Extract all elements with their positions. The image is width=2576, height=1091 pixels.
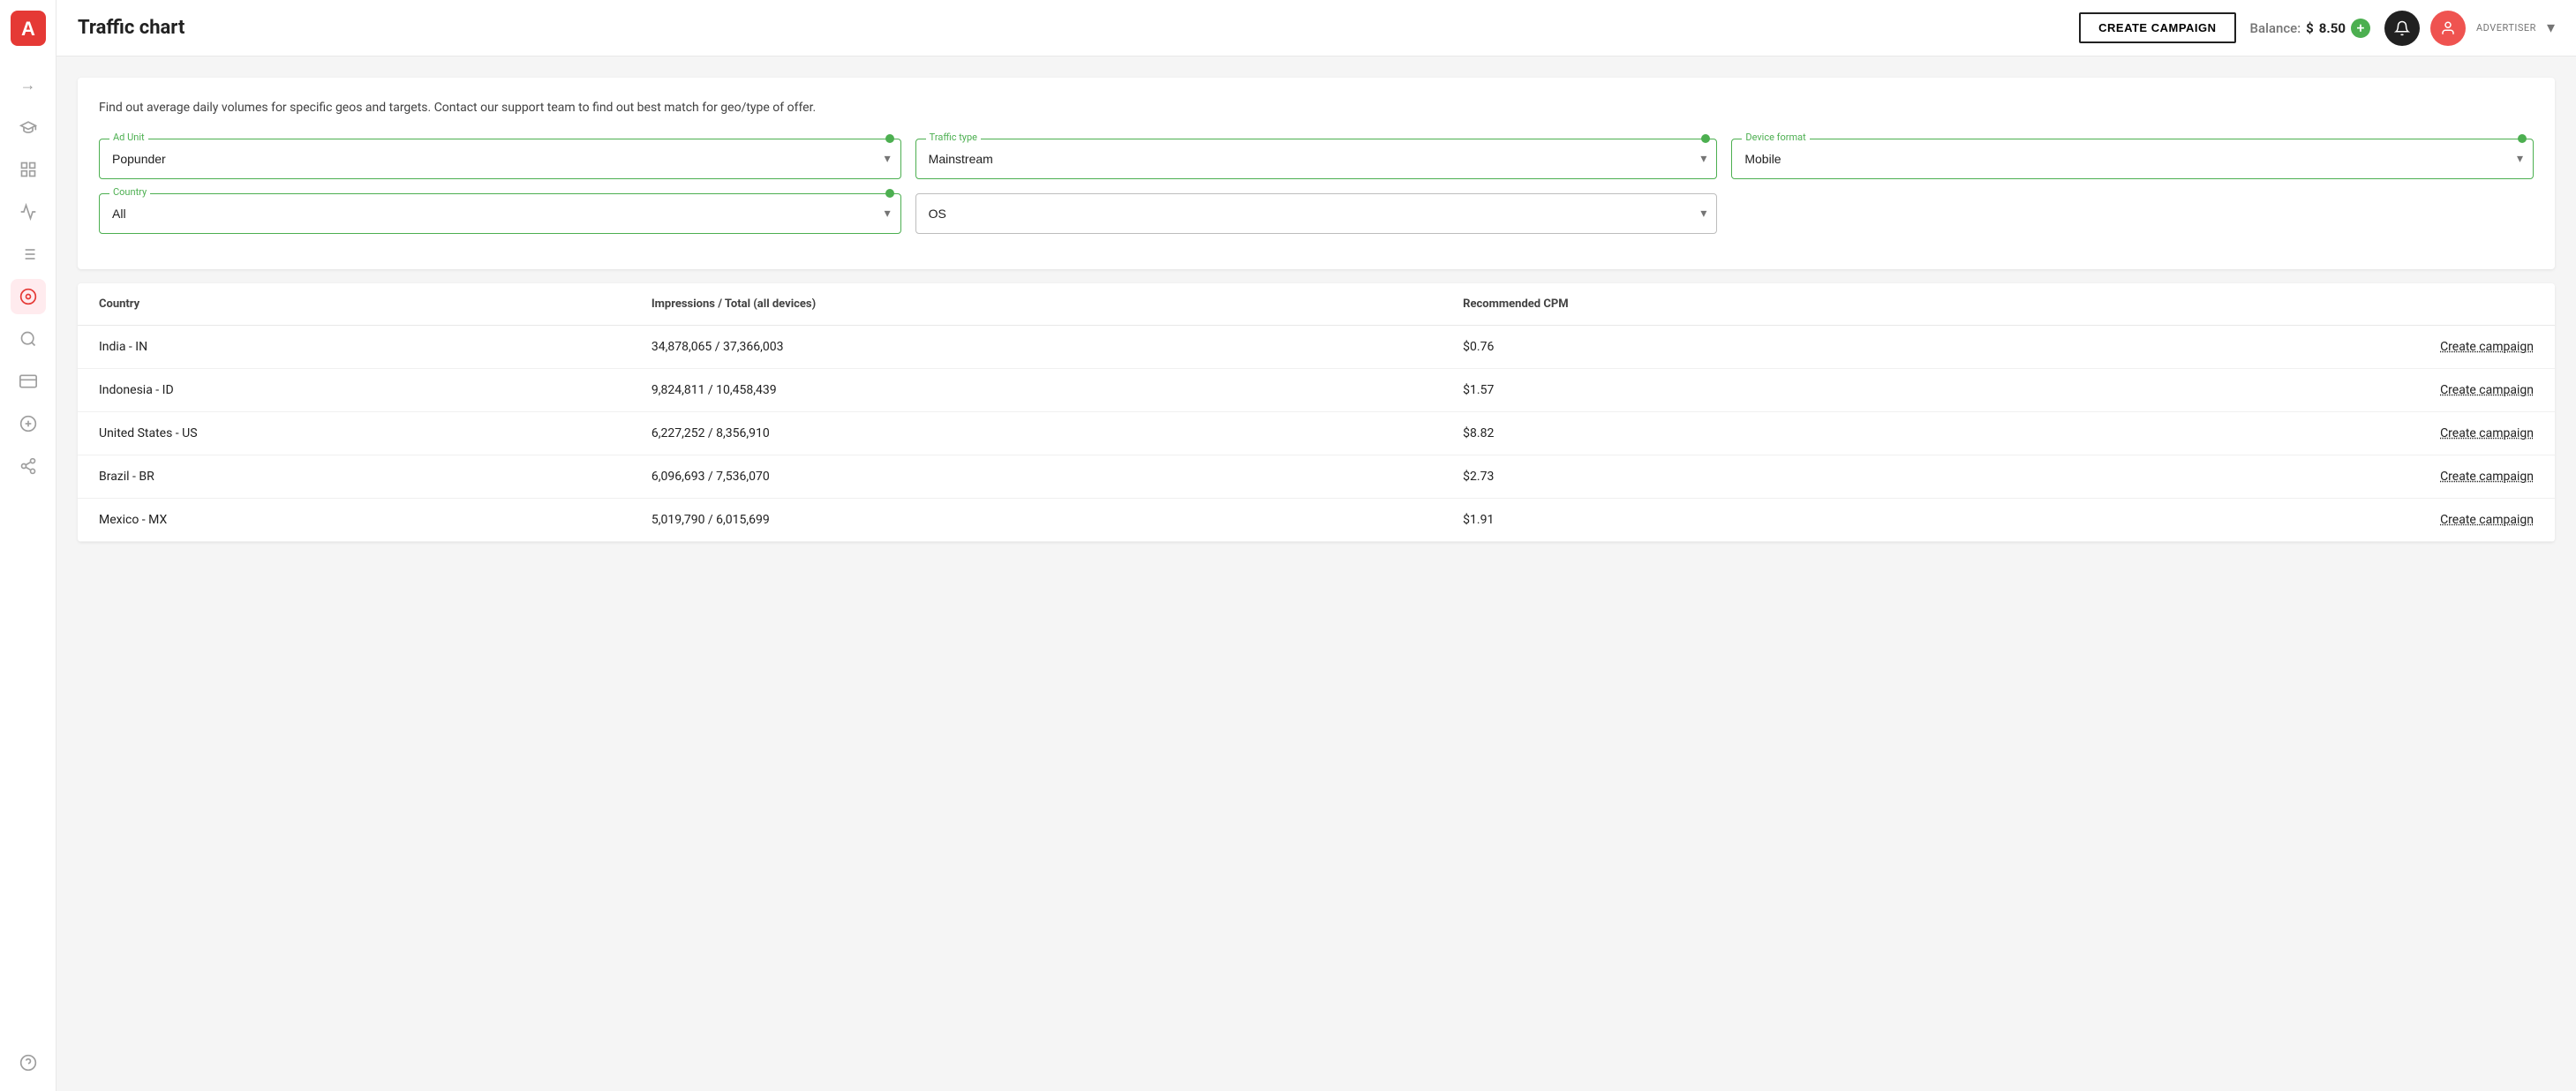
col-cpm: Recommended CPM xyxy=(1442,283,2022,326)
cell-impressions: 5,019,790 / 6,015,699 xyxy=(630,499,1442,542)
ad-unit-active-dot xyxy=(885,134,894,143)
table-row: Mexico - MX 5,019,790 / 6,015,699 $1.91 … xyxy=(78,499,2555,542)
cell-cpm: $8.82 xyxy=(1442,412,2022,455)
sidebar-item-traffic-chart[interactable] xyxy=(11,279,46,314)
table-row: Brazil - BR 6,096,693 / 7,536,070 $2.73 … xyxy=(78,455,2555,499)
os-select[interactable]: OS All Android iOS Windows macOS xyxy=(915,193,1718,234)
cell-impressions: 34,878,065 / 37,366,003 xyxy=(630,326,1442,369)
filter-card: Find out average daily volumes for speci… xyxy=(78,78,2555,269)
cell-impressions: 6,227,252 / 8,356,910 xyxy=(630,412,1442,455)
table-row: United States - US 6,227,252 / 8,356,910… xyxy=(78,412,2555,455)
os-wrapper: OS All Android iOS Windows macOS ▾ xyxy=(915,193,1718,234)
sidebar-item-analytics[interactable] xyxy=(11,194,46,229)
header: Traffic chart CREATE CAMPAIGN Balance: $… xyxy=(56,0,2576,56)
main-wrapper: Traffic chart CREATE CAMPAIGN Balance: $… xyxy=(56,0,2576,1091)
cell-country: India - IN xyxy=(78,326,630,369)
country-select[interactable]: All India Indonesia United States Brazil… xyxy=(99,193,901,234)
cell-cpm: $0.76 xyxy=(1442,326,2022,369)
sidebar-expand-button[interactable]: → xyxy=(11,67,46,102)
sidebar-item-payment[interactable] xyxy=(11,364,46,399)
balance-label: Balance: xyxy=(2250,20,2301,36)
ad-unit-wrapper: Ad Unit Popunder Banner Native Interstit… xyxy=(99,139,901,179)
create-campaign-button[interactable]: CREATE CAMPAIGN xyxy=(2079,12,2235,43)
table-card: Country Impressions / Total (all devices… xyxy=(78,283,2555,542)
data-table: Country Impressions / Total (all devices… xyxy=(78,283,2555,542)
filter-row-1: Ad Unit Popunder Banner Native Interstit… xyxy=(99,139,2534,179)
cell-country: Brazil - BR xyxy=(78,455,630,499)
cell-country: United States - US xyxy=(78,412,630,455)
device-format-select[interactable]: Mobile Desktop Tablet xyxy=(1731,139,2534,179)
create-campaign-link[interactable]: Create campaign xyxy=(2022,369,2555,412)
page-title: Traffic chart xyxy=(78,17,2065,39)
sidebar-bottom xyxy=(11,1045,46,1080)
cell-impressions: 9,824,811 / 10,458,439 xyxy=(630,369,1442,412)
cell-cpm: $2.73 xyxy=(1442,455,2022,499)
header-dropdown-icon[interactable]: ▾ xyxy=(2547,19,2555,37)
sidebar-item-billing[interactable] xyxy=(11,406,46,441)
content-area: Find out average daily volumes for speci… xyxy=(56,56,2576,1091)
traffic-type-select[interactable]: Mainstream Adult xyxy=(915,139,1718,179)
country-wrapper: Country All India Indonesia United State… xyxy=(99,193,901,234)
country-active-dot xyxy=(885,189,894,198)
sidebar-item-help[interactable] xyxy=(11,1045,46,1080)
sidebar-nav: → xyxy=(11,67,46,1045)
create-campaign-link[interactable]: Create campaign xyxy=(2022,499,2555,542)
header-icons: ADVERTISER ▾ xyxy=(2384,11,2555,46)
table-row: India - IN 34,878,065 / 37,366,003 $0.76… xyxy=(78,326,2555,369)
table-row: Indonesia - ID 9,824,811 / 10,458,439 $1… xyxy=(78,369,2555,412)
device-format-label: Device format xyxy=(1742,132,1809,143)
sidebar-item-list[interactable] xyxy=(11,237,46,272)
sidebar-item-education[interactable] xyxy=(11,109,46,145)
col-action xyxy=(2022,283,2555,326)
user-avatar[interactable] xyxy=(2430,11,2466,46)
notification-button[interactable] xyxy=(2384,11,2420,46)
ad-unit-label: Ad Unit xyxy=(109,132,148,143)
balance-currency: $ xyxy=(2306,20,2314,36)
sidebar: A → xyxy=(0,0,56,1091)
ad-unit-select[interactable]: Popunder Banner Native Interstitial xyxy=(99,139,901,179)
col-impressions: Impressions / Total (all devices) xyxy=(630,283,1442,326)
create-campaign-link[interactable]: Create campaign xyxy=(2022,412,2555,455)
table-header-row: Country Impressions / Total (all devices… xyxy=(78,283,2555,326)
advertiser-label: ADVERTISER xyxy=(2476,22,2536,34)
balance-section: Balance: $ 8.50 + xyxy=(2250,19,2370,38)
col-country: Country xyxy=(78,283,630,326)
balance-amount: 8.50 xyxy=(2319,20,2346,36)
cell-country: Indonesia - ID xyxy=(78,369,630,412)
sidebar-item-search[interactable] xyxy=(11,321,46,357)
add-balance-button[interactable]: + xyxy=(2351,19,2370,38)
cell-cpm: $1.57 xyxy=(1442,369,2022,412)
traffic-type-label: Traffic type xyxy=(926,132,981,143)
device-format-wrapper: Device format Mobile Desktop Tablet ▾ xyxy=(1731,139,2534,179)
sidebar-item-affiliate[interactable] xyxy=(11,448,46,484)
country-label: Country xyxy=(109,186,150,198)
cell-impressions: 6,096,693 / 7,536,070 xyxy=(630,455,1442,499)
create-campaign-link[interactable]: Create campaign xyxy=(2022,455,2555,499)
create-campaign-link[interactable]: Create campaign xyxy=(2022,326,2555,369)
filter-row-2: Country All India Indonesia United State… xyxy=(99,193,2534,234)
cell-country: Mexico - MX xyxy=(78,499,630,542)
traffic-type-wrapper: Traffic type Mainstream Adult ▾ xyxy=(915,139,1718,179)
sidebar-item-dashboard[interactable] xyxy=(11,152,46,187)
app-logo[interactable]: A xyxy=(11,11,46,46)
svg-text:A: A xyxy=(21,18,35,40)
filter-description: Find out average daily volumes for speci… xyxy=(99,99,2534,117)
cell-cpm: $1.91 xyxy=(1442,499,2022,542)
device-format-active-dot xyxy=(2518,134,2527,143)
